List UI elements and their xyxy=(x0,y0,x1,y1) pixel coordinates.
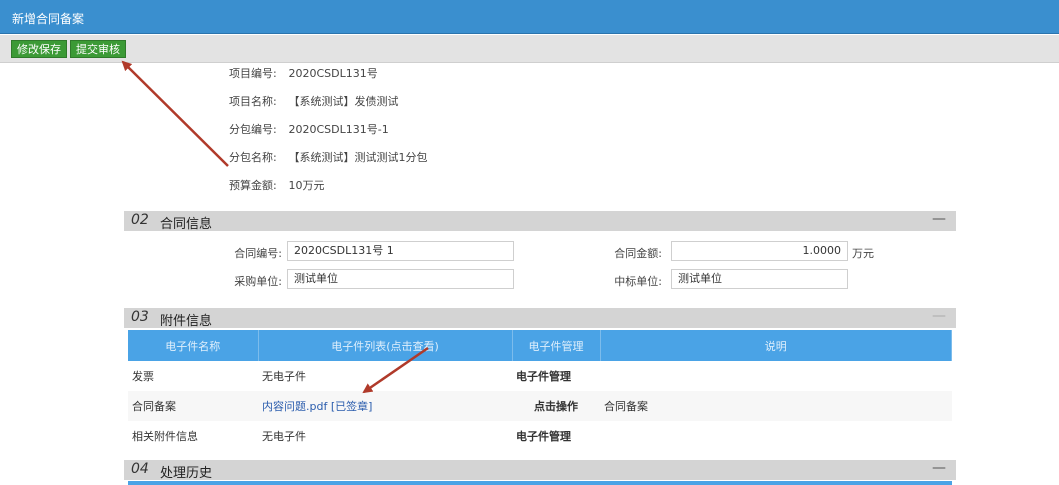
collapse-icon[interactable]: — xyxy=(932,211,946,227)
collapse-icon[interactable]: — xyxy=(932,308,946,324)
project-name-row: 项目名称: 【系统测试】发债测试 xyxy=(229,93,399,109)
package-no-value: 2020CSDL131号-1 xyxy=(288,123,389,136)
table-header-row: 电子件名称 电子件列表(点击查看) 电子件管理 说明 xyxy=(128,330,952,361)
section-number: 03 xyxy=(131,309,149,325)
contract-no-label: 合同编号: xyxy=(234,247,282,260)
manage-link[interactable]: 电子件管理 xyxy=(512,421,600,451)
buyer-input[interactable]: 测试单位 xyxy=(287,269,514,289)
attachment-name: 相关附件信息 xyxy=(132,430,198,443)
amount-unit: 万元 xyxy=(852,247,874,260)
attachment-name: 发票 xyxy=(132,370,154,383)
attachment-file-cell: 内容问题.pdf [已签章] xyxy=(258,391,512,421)
winner-input[interactable]: 测试单位 xyxy=(671,269,848,289)
section-title: 合同信息 xyxy=(160,217,213,232)
package-no-row: 分包编号: 2020CSDL131号-1 xyxy=(229,121,389,137)
column-header: 电子件列表(点击查看) xyxy=(258,330,513,361)
collapse-icon[interactable]: — xyxy=(932,460,946,476)
table-row: 发票 无电子件 电子件管理 xyxy=(128,361,952,391)
contract-no-input[interactable]: 2020CSDL131号 1 xyxy=(287,241,514,261)
budget-row: 预算金额: 10万元 xyxy=(229,177,325,193)
section-number: 04 xyxy=(131,461,149,477)
attachment-file: 无电子件 xyxy=(262,370,306,383)
buyer-label: 采购单位: xyxy=(234,275,282,288)
section-title: 处理历史 xyxy=(160,466,213,481)
project-no-label: 项目编号: xyxy=(229,67,277,80)
project-name-label: 项目名称: xyxy=(229,95,277,108)
contract-section-header: 02 合同信息 — xyxy=(124,211,956,232)
attachment-name: 合同备案 xyxy=(128,391,258,421)
section-title: 附件信息 xyxy=(160,314,213,329)
submit-review-button[interactable]: 提交审核 xyxy=(70,40,126,58)
winner-label: 中标单位: xyxy=(614,275,662,288)
column-header: 说明 xyxy=(600,330,952,361)
budget-label: 预算金额: xyxy=(229,179,277,192)
arrow-icon xyxy=(121,60,229,167)
column-header: 电子件名称 xyxy=(128,330,259,361)
attachment-note xyxy=(600,421,952,451)
package-name-value: 【系统测试】测试测试1分包 xyxy=(288,151,428,164)
toolbar: 修改保存 提交审核 xyxy=(0,35,1059,63)
attachment-note: 合同备案 xyxy=(600,391,952,421)
table-row: 合同备案 内容问题.pdf [已签章] 点击操作 合同备案 xyxy=(128,391,952,421)
amount-input[interactable]: 1.0000 xyxy=(671,241,848,261)
signed-status: [已签章] xyxy=(330,400,373,413)
attachment-table: 电子件名称 电子件列表(点击查看) 电子件管理 说明 发票 无电子件 电子件管理… xyxy=(128,330,952,451)
column-header: 电子件管理 xyxy=(512,330,601,361)
window-titlebar: 新增合同备案 xyxy=(0,0,1059,34)
project-no-row: 项目编号: 2020CSDL131号 xyxy=(229,65,378,81)
table-row: 相关附件信息 无电子件 电子件管理 xyxy=(128,421,952,451)
history-table-header xyxy=(128,481,952,485)
package-no-label: 分包编号: xyxy=(229,123,277,136)
attachment-file: 无电子件 xyxy=(262,430,306,443)
section-number: 02 xyxy=(131,212,149,228)
project-no-value: 2020CSDL131号 xyxy=(288,67,378,80)
attachment-note xyxy=(600,361,952,391)
manage-link[interactable]: 电子件管理 xyxy=(512,361,600,391)
amount-label: 合同金额: xyxy=(614,247,662,260)
package-name-row: 分包名称: 【系统测试】测试测试1分包 xyxy=(229,149,428,165)
package-name-label: 分包名称: xyxy=(229,151,277,164)
file-link[interactable]: 内容问题.pdf xyxy=(262,400,327,413)
operate-link[interactable]: 点击操作 xyxy=(512,391,600,421)
budget-value: 10万元 xyxy=(288,179,325,192)
history-section-header: 04 处理历史 — xyxy=(124,460,956,481)
project-name-value: 【系统测试】发债测试 xyxy=(288,95,399,108)
window-title: 新增合同备案 xyxy=(12,12,85,26)
attachment-section-header: 03 附件信息 — xyxy=(124,308,956,329)
save-button[interactable]: 修改保存 xyxy=(11,40,67,58)
